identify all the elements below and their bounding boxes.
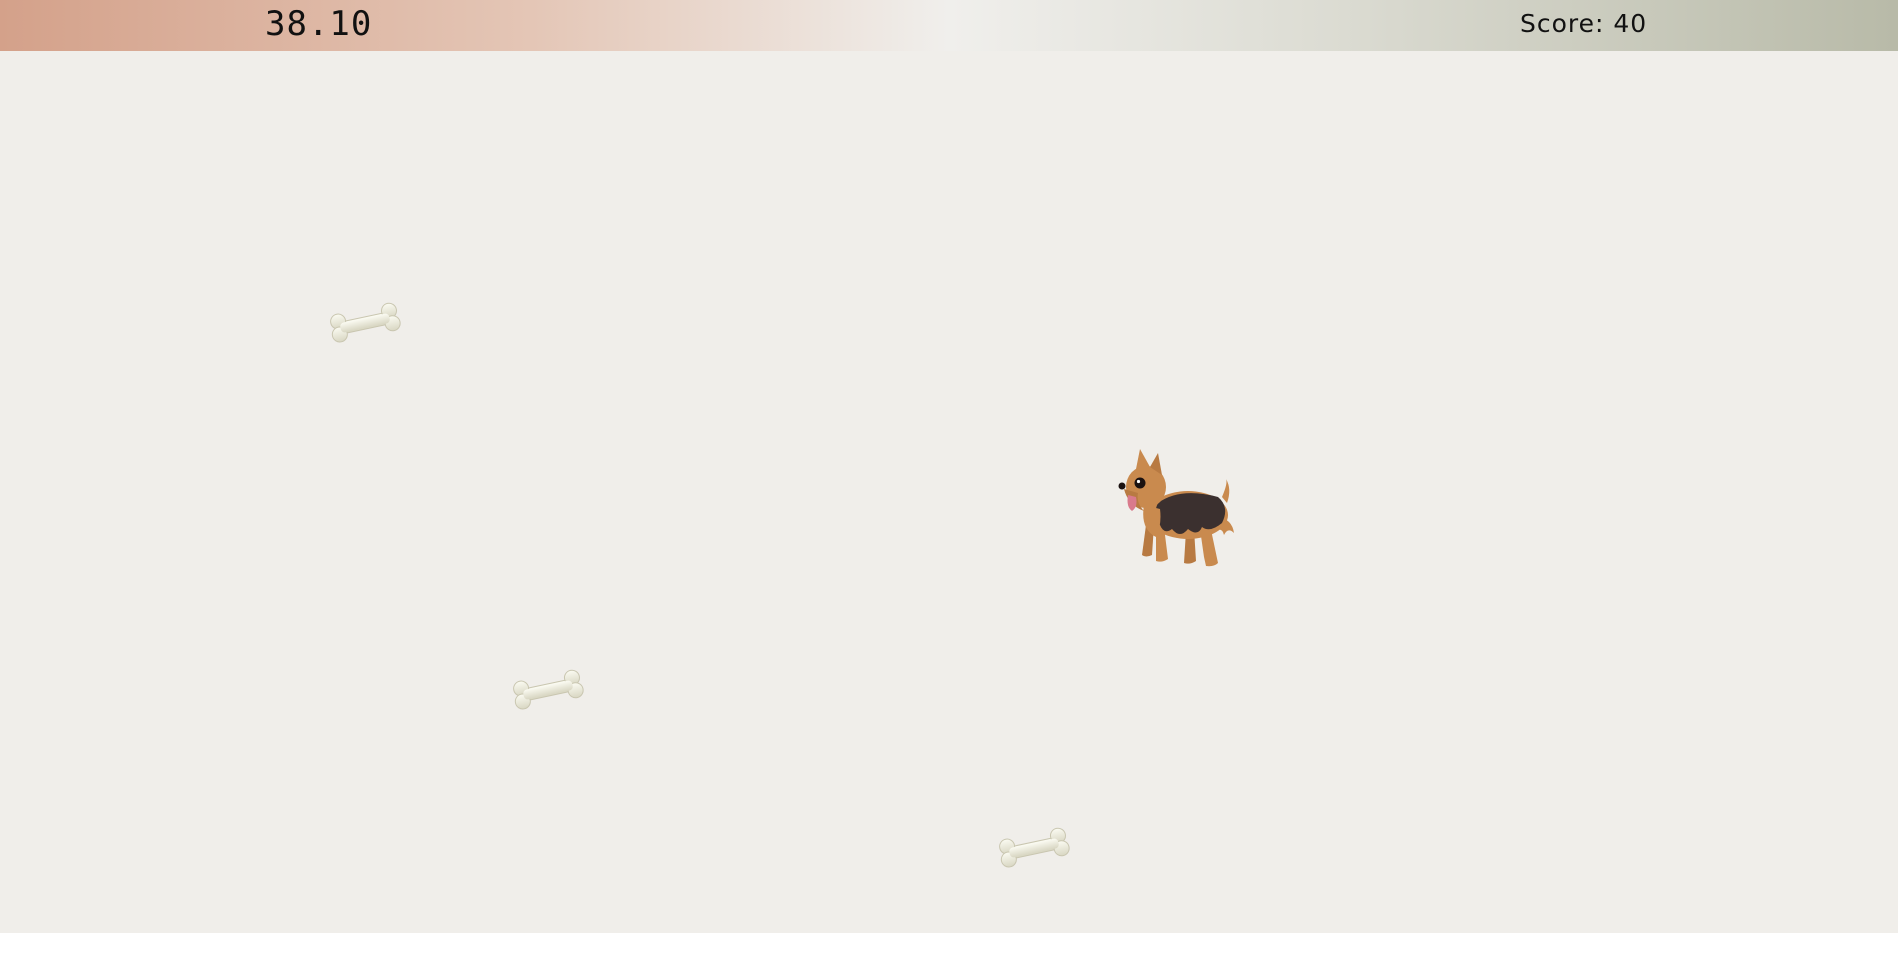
hud-bar: 38.10 Score: 40 bbox=[0, 0, 1898, 51]
bone-icon[interactable] bbox=[325, 298, 405, 348]
bone-icon[interactable] bbox=[994, 823, 1074, 873]
timer: 38.10 bbox=[265, 4, 373, 44]
score: Score: 40 bbox=[1520, 9, 1648, 38]
game-area[interactable]: 38.10 Score: 40 bbox=[0, 0, 1898, 933]
bone-icon[interactable] bbox=[508, 665, 588, 715]
page: 38.10 Score: 40 bbox=[0, 0, 1898, 963]
dog-icon bbox=[1118, 449, 1234, 567]
